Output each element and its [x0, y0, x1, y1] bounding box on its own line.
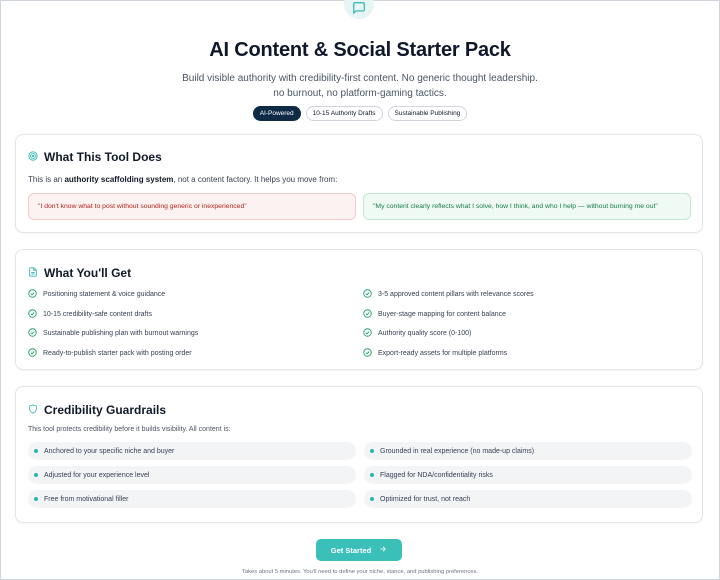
badge-sustainable-publishing: Sustainable Publishing — [387, 106, 468, 121]
card-intro: This is an authority scaffolding system,… — [28, 175, 337, 184]
card-title: What This Tool Does — [44, 150, 162, 164]
document-icon — [28, 264, 38, 282]
bullet-dot-icon — [370, 497, 374, 501]
guardrail-item: Optimized for trust, not reach — [364, 490, 692, 508]
feature-label: Buyer-stage mapping for content balance — [378, 310, 507, 318]
card-title: What You'll Get — [44, 266, 132, 280]
guardrail-label: Optimized for trust, not reach — [380, 495, 471, 503]
intro-prefix: This is an — [28, 175, 63, 184]
check-circle-icon — [28, 289, 37, 300]
feature-label: Authority quality score (0-100) — [378, 330, 472, 337]
check-circle-icon — [28, 308, 37, 320]
guardrail-item: Anchored to your specific niche and buye… — [28, 442, 356, 460]
check-circle-icon — [363, 347, 372, 359]
target-icon — [28, 148, 38, 166]
credibility-guardrails-card: Credibility Guardrails This tool protect… — [15, 386, 703, 523]
guardrail-item: Flagged for NDA/confidentiality risks — [364, 466, 692, 484]
check-circle-icon — [363, 328, 372, 339]
card-header: Credibility Guardrails — [28, 401, 166, 419]
bullet-dot-icon — [34, 473, 38, 477]
feature-item: Buyer-stage mapping for content balance — [363, 308, 692, 320]
guardrail-label: Flagged for NDA/confidentiality risks — [380, 471, 493, 479]
feature-label: Ready-to-publish starter pack with posti… — [43, 349, 192, 357]
check-circle-icon — [28, 328, 37, 339]
shield-icon — [28, 401, 38, 419]
guardrail-item: Adjusted for your experience level — [28, 466, 356, 484]
chat-bubble-icon — [344, 0, 374, 19]
feature-label: Positioning statement & voice guidance — [43, 291, 166, 298]
card-header: What This Tool Does — [28, 148, 162, 166]
guardrail-item: Grounded in real experience (no made-up … — [364, 442, 692, 460]
intro-bold: authority scaffolding system — [64, 175, 174, 184]
card-title: Credibility Guardrails — [44, 403, 167, 417]
check-circle-icon — [28, 347, 37, 359]
get-started-label: Get Started — [330, 545, 372, 555]
to-quote: "My content clearly reflects what I solv… — [363, 193, 691, 220]
what-you-get-card: What You'll Get Positioning statement & … — [15, 249, 703, 370]
bullet-dot-icon — [34, 497, 38, 501]
bullet-dot-icon — [370, 473, 374, 477]
guardrail-item: Free from motivational filler — [28, 490, 356, 508]
guardrail-label: Adjusted for your experience level — [44, 471, 150, 479]
guardrail-label: Free from motivational filler — [44, 495, 129, 503]
bullet-dot-icon — [34, 449, 38, 453]
guardrail-list: Anchored to your specific niche and buye… — [28, 442, 692, 508]
from-quote: "I don't know what to post without sound… — [28, 193, 356, 220]
get-started-button[interactable]: Get Started — [316, 539, 402, 561]
feature-item: Export-ready assets for multiple platfor… — [363, 347, 692, 359]
subtitle-line-2: no burnout, no platform-gaming tactics. — [273, 88, 447, 99]
guardrail-label: Anchored to your specific niche and buye… — [44, 447, 175, 455]
feature-item: 10-15 credibility-safe content drafts — [28, 308, 363, 320]
badge-row: AI-Powered 10-15 Authority Drafts Sustai… — [1, 106, 719, 121]
check-circle-icon — [363, 289, 372, 300]
feature-label: 10-15 credibility-safe content drafts — [43, 310, 152, 318]
feature-item: Authority quality score (0-100) — [363, 328, 692, 339]
badge-authority-drafts: 10-15 Authority Drafts — [305, 106, 383, 121]
subtitle-line-1: Build visible authority with credibility… — [182, 73, 538, 84]
feature-label: Export-ready assets for multiple platfor… — [378, 349, 508, 357]
feature-list: Positioning statement & voice guidance 3… — [28, 289, 692, 359]
guardrails-intro: This tool protects credibility before it… — [28, 426, 231, 433]
feature-item: Sustainable publishing plan with burnout… — [28, 328, 363, 339]
feature-label: 3-5 approved content pillars with releva… — [378, 291, 534, 298]
feature-item: Positioning statement & voice guidance — [28, 289, 363, 300]
feature-item: 3-5 approved content pillars with releva… — [363, 289, 692, 300]
bullet-dot-icon — [370, 449, 374, 453]
guardrail-label: Grounded in real experience (no made-up … — [380, 447, 535, 455]
feature-item: Ready-to-publish starter pack with posti… — [28, 347, 363, 359]
badge-ai-powered: AI-Powered — [252, 106, 301, 121]
card-header: What You'll Get — [28, 264, 131, 282]
page-subtitle: Build visible authority with credibility… — [151, 71, 569, 101]
check-circle-icon — [363, 308, 372, 320]
arrow-right-icon — [379, 545, 387, 555]
what-tool-does-card: What This Tool Does This is an authority… — [15, 134, 703, 233]
cta-footnote: Takes about 5 minutes. You'll need to de… — [241, 569, 479, 575]
intro-suffix: , not a content factory. It helps you mo… — [173, 175, 338, 184]
feature-label: Sustainable publishing plan with burnout… — [43, 330, 199, 337]
page-title: AI Content & Social Starter Pack — [209, 39, 511, 61]
